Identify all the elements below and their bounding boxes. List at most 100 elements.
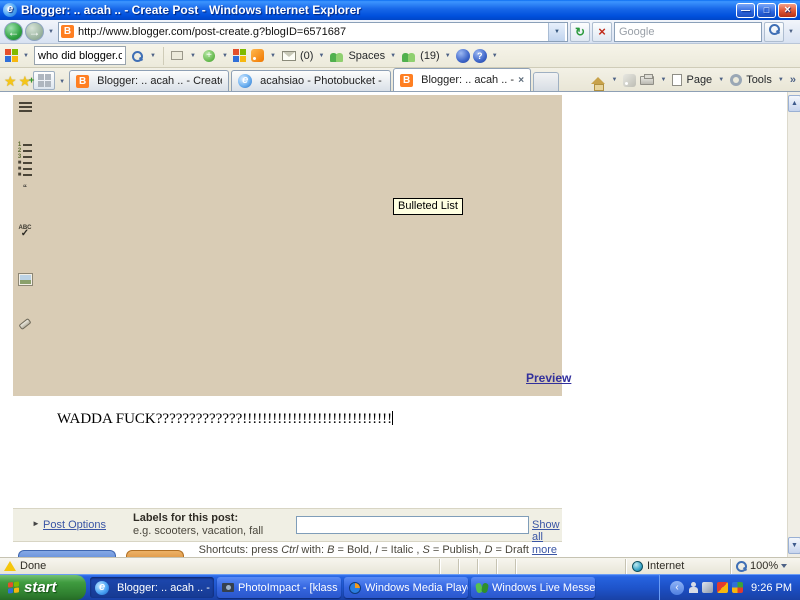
- favorites-dropdown-icon[interactable]: ▼: [188, 47, 198, 65]
- stop-button[interactable]: ×: [592, 21, 612, 42]
- start-button[interactable]: start: [0, 575, 86, 600]
- page-feeds-icon[interactable]: [623, 73, 637, 87]
- spellcheck-icon[interactable]: ABC ✓: [16, 223, 34, 239]
- forward-button[interactable]: →: [25, 22, 44, 41]
- tab-label: Blogger: .. acah .. - Crea...: [421, 74, 515, 86]
- scroll-down-icon[interactable]: ▼: [788, 537, 800, 554]
- mail-dropdown-icon[interactable]: ▼: [316, 47, 326, 65]
- back-button[interactable]: ←: [4, 22, 23, 41]
- search-options-dropdown-icon[interactable]: ▼: [786, 23, 796, 41]
- live-search-input[interactable]: [34, 46, 126, 65]
- favorites-center-icon[interactable]: [169, 48, 185, 64]
- tools-menu-button[interactable]: Tools: [746, 74, 772, 86]
- zoom-level: 100%: [750, 560, 779, 572]
- favorites-star-icon[interactable]: ★: [4, 71, 17, 91]
- page-dropdown-icon[interactable]: ▼: [716, 71, 726, 89]
- blogger-tab-icon: B: [76, 74, 90, 88]
- zoom-dropdown-icon[interactable]: [781, 564, 788, 568]
- save-now-button[interactable]: [126, 550, 184, 557]
- publish-post-button[interactable]: [18, 550, 116, 557]
- show-all-link[interactable]: Show all: [532, 519, 562, 543]
- contacts-count[interactable]: (19): [420, 50, 440, 62]
- labels-input[interactable]: [296, 516, 529, 534]
- maximize-button[interactable]: □: [757, 2, 776, 18]
- spaces-dropdown-icon[interactable]: ▼: [388, 47, 398, 65]
- address-field[interactable]: B http://www.blogger.com/post-create.g?b…: [58, 21, 568, 42]
- spaces-icon[interactable]: [329, 48, 345, 64]
- title-bar: e Blogger: .. acah .. - Create Post - Wi…: [0, 0, 800, 20]
- quick-tabs-button[interactable]: [33, 71, 56, 90]
- tray-display-icon[interactable]: [702, 582, 714, 593]
- page-warning-icon[interactable]: [4, 561, 16, 571]
- tray-user-icon[interactable]: [688, 582, 699, 593]
- ie-task-icon: e: [95, 580, 109, 595]
- task-messenger[interactable]: Windows Live Messen...: [471, 577, 595, 598]
- tray-color-icon[interactable]: [732, 582, 744, 593]
- print-dropdown-icon[interactable]: ▼: [658, 71, 668, 89]
- post-body-text[interactable]: WADDA FUCK?????????????!!!!!!!!!!!!!!!!!…: [57, 411, 394, 428]
- toolbar-overflow-icon[interactable]: »: [790, 74, 796, 86]
- eraser-icon[interactable]: [16, 316, 34, 332]
- vertical-scrollbar[interactable]: ▲ ▼: [787, 92, 800, 557]
- preview-link[interactable]: Preview: [526, 371, 571, 385]
- minimize-button[interactable]: —: [736, 2, 755, 18]
- refresh-button[interactable]: ↻: [570, 21, 590, 42]
- tray-photoimpact-icon[interactable]: [717, 582, 729, 593]
- page-menu-button[interactable]: Page: [686, 74, 712, 86]
- add-favorite-icon[interactable]: ★: [19, 70, 34, 91]
- close-button[interactable]: ×: [778, 2, 797, 18]
- tray-collapse-icon[interactable]: ‹: [670, 580, 685, 595]
- tab-blogger-active[interactable]: B Blogger: .. acah .. - Crea... ×: [393, 68, 532, 91]
- address-dropdown-icon[interactable]: ▼: [548, 22, 565, 41]
- tab-photobucket[interactable]: e acahsiao - Photobucket - Vid...: [231, 70, 392, 91]
- mail-icon[interactable]: [281, 48, 297, 64]
- scroll-up-icon[interactable]: ▲: [788, 95, 800, 112]
- post-options-link[interactable]: Post Options: [43, 519, 106, 531]
- live-search-go-icon[interactable]: [129, 48, 145, 64]
- toolbar-separator: [163, 46, 164, 65]
- live-menu-dropdown-icon[interactable]: ▼: [21, 47, 31, 65]
- expand-triangle-icon[interactable]: ►: [32, 519, 40, 528]
- justify-icon[interactable]: [16, 99, 34, 115]
- spaces-label[interactable]: Spaces: [348, 50, 385, 62]
- help-dropdown-icon[interactable]: ▼: [490, 47, 500, 65]
- zoom-control[interactable]: 100%: [730, 558, 800, 574]
- live-search-dropdown-icon[interactable]: ▼: [148, 47, 158, 65]
- task-photoimpact[interactable]: PhotoImpact - [klass ...: [217, 577, 341, 598]
- url-text[interactable]: http://www.blogger.com/post-create.g?blo…: [78, 26, 548, 38]
- new-tab-stub[interactable]: [533, 72, 560, 91]
- tab-list-dropdown-icon[interactable]: ▼: [57, 73, 67, 91]
- feeds-icon[interactable]: [249, 48, 265, 64]
- shortcuts-hint: Shortcuts: press Ctrl with: B = Bold, I …: [198, 544, 557, 556]
- print-icon[interactable]: [640, 73, 655, 85]
- help-icon[interactable]: ?: [472, 48, 487, 63]
- blogger-favicon: B: [61, 25, 74, 38]
- home-dropdown-icon[interactable]: ▼: [609, 71, 619, 89]
- blockquote-icon[interactable]: “: [16, 181, 34, 197]
- shortcuts-more-link[interactable]: more: [532, 544, 557, 556]
- feeds-dropdown-icon[interactable]: ▼: [268, 47, 278, 65]
- insert-image-icon[interactable]: [16, 271, 34, 287]
- task-blogger[interactable]: e Blogger: .. acah .. - ...: [90, 577, 214, 598]
- add-dropdown-icon[interactable]: ▼: [220, 47, 230, 65]
- live-services-icon[interactable]: [233, 49, 246, 62]
- web-search-box[interactable]: Google: [614, 21, 762, 42]
- messenger-status-icon[interactable]: [455, 48, 470, 63]
- tools-dropdown-icon[interactable]: ▼: [776, 71, 786, 89]
- search-placeholder: Google: [619, 25, 655, 38]
- history-dropdown-icon[interactable]: ▼: [46, 23, 56, 41]
- task-media-player[interactable]: Windows Media Player: [344, 577, 468, 598]
- mail-count[interactable]: (0): [300, 50, 313, 62]
- home-icon[interactable]: [591, 76, 606, 91]
- tab-label: Blogger: .. acah .. - Create P...: [97, 75, 222, 87]
- tab-bar: ★ ★ ▼ B Blogger: .. acah .. - Create P..…: [0, 68, 800, 92]
- contacts-dropdown-icon[interactable]: ▼: [443, 47, 453, 65]
- windows-live-icon[interactable]: [5, 49, 18, 62]
- tab-blogger-create-post[interactable]: B Blogger: .. acah .. - Create P...: [69, 70, 230, 91]
- search-go-button[interactable]: [764, 21, 784, 42]
- bulleted-list-icon[interactable]: ■ ■ ■: [16, 160, 34, 178]
- add-content-icon[interactable]: +: [201, 48, 217, 64]
- tab-close-icon[interactable]: ×: [518, 75, 524, 86]
- messenger-contacts-icon[interactable]: [401, 48, 417, 64]
- numbered-list-icon[interactable]: 123: [16, 142, 34, 160]
